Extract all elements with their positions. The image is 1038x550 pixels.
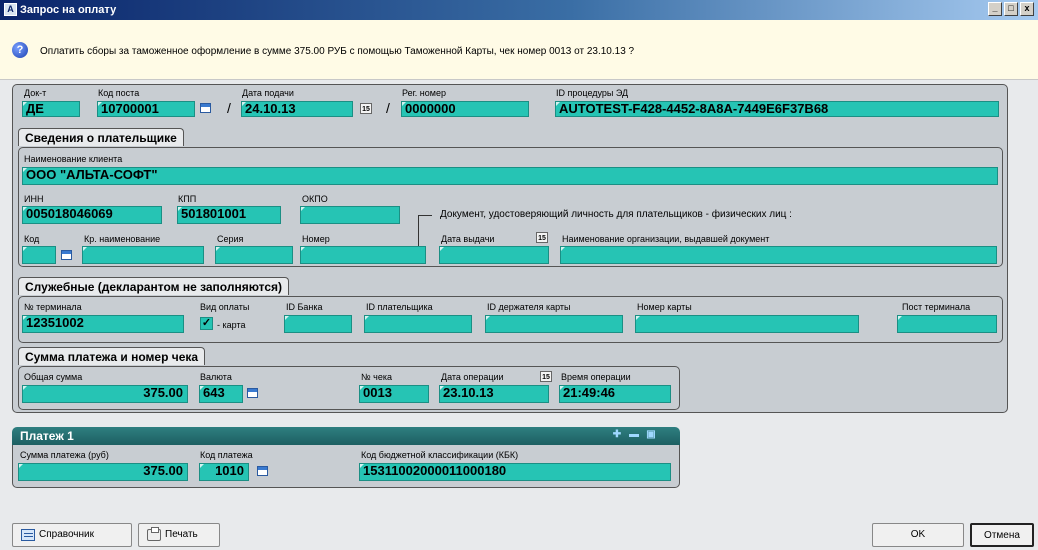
currency-label: Валюта — [200, 372, 232, 382]
ok-button[interactable]: OK — [872, 523, 964, 547]
maximize-button[interactable]: □ — [1004, 2, 1018, 16]
card-number-field[interactable] — [635, 315, 859, 333]
window-titlebar[interactable]: A Запрос на оплату _ □ x — [0, 0, 1038, 20]
op-time-label: Время операции — [561, 372, 631, 382]
code-field[interactable] — [22, 246, 56, 264]
window-controls: _ □ x — [988, 2, 1034, 16]
calendar-icon[interactable]: 15 — [540, 371, 552, 382]
window-title: Запрос на оплату — [20, 4, 117, 16]
terminal-label: № терминала — [24, 302, 82, 312]
print-button[interactable]: Печать — [138, 523, 220, 547]
submit-date-field[interactable]: 24.10.13 — [241, 101, 353, 117]
reg-number-label: Рег. номер — [402, 88, 446, 98]
terminal-field[interactable]: 12351002 — [22, 315, 184, 333]
slash-separator: / — [227, 100, 231, 116]
short-name-label: Кр. наименование — [84, 234, 161, 244]
kbk-label: Код бюджетной классификации (КБК) — [361, 450, 519, 460]
post-code-field[interactable]: 10700001 — [97, 101, 195, 117]
cancel-button[interactable]: Отмена — [970, 523, 1034, 547]
reference-button-label: Справочник — [39, 529, 94, 540]
remove-icon[interactable]: ▬ — [629, 430, 639, 440]
print-button-label: Печать — [165, 529, 198, 540]
calendar-icon[interactable]: 15 — [360, 103, 372, 114]
code-label: Код — [24, 234, 40, 244]
card-holder-label: ID держателя карты — [487, 302, 571, 312]
payment-header: Платеж 1 ✚ ▬ ▣ — [12, 427, 680, 445]
minimize-button[interactable]: _ — [988, 2, 1002, 16]
sum-group-title: Сумма платежа и номер чека — [18, 347, 206, 365]
add-icon[interactable]: ✚ — [612, 430, 622, 440]
calendar-icon[interactable]: 15 — [536, 232, 548, 243]
question-text: Оплатить сборы за таможенное оформление … — [40, 46, 635, 57]
payer-id-field[interactable] — [364, 315, 472, 333]
terminal-post-field[interactable] — [897, 315, 997, 333]
kpp-label: КПП — [178, 194, 197, 204]
post-code-label: Код поста — [98, 88, 140, 98]
pay-type-label: Вид оплаты — [200, 302, 250, 312]
number-field[interactable] — [300, 246, 426, 264]
card-holder-field[interactable] — [485, 315, 623, 333]
client-name-field[interactable]: ООО "АЛЬТА-СОФТ" — [22, 167, 998, 185]
issue-date-label: Дата выдачи — [441, 234, 495, 244]
total-field[interactable]: 375.00 — [22, 385, 188, 403]
payer-group-title: Сведения о плательщике — [18, 128, 184, 146]
question-bar: ? Оплатить сборы за таможенное оформлени… — [0, 20, 1038, 80]
okpo-field[interactable] — [300, 206, 400, 224]
slash-separator: / — [386, 100, 390, 116]
payment-amount-label: Сумма платежа (руб) — [20, 450, 109, 460]
lookup-icon[interactable] — [257, 466, 268, 476]
inn-field[interactable]: 005018046069 — [22, 206, 162, 224]
currency-field[interactable]: 643 — [199, 385, 243, 403]
kbk-field[interactable]: 15311002000011000180 — [359, 463, 671, 481]
okpo-label: ОКПО — [302, 194, 328, 204]
issue-date-field[interactable] — [439, 246, 549, 264]
check-field[interactable]: 0013 — [359, 385, 429, 403]
number-label: Номер — [302, 234, 330, 244]
payment-code-label: Код платежа — [200, 450, 253, 460]
client-name-label: Наименование клиента — [24, 154, 123, 164]
payment-code-field[interactable]: 1010 — [199, 463, 249, 481]
short-name-field[interactable] — [82, 246, 204, 264]
service-group-title: Служебные (декларантом не заполняются) — [18, 277, 290, 295]
check-label: № чека — [361, 372, 392, 382]
total-label: Общая сумма — [24, 372, 83, 382]
pay-type-text: - карта — [217, 320, 246, 330]
series-label: Серия — [217, 234, 244, 244]
procedure-id-label: ID процедуры ЭД — [556, 88, 629, 98]
lookup-icon[interactable] — [247, 388, 258, 398]
lookup-icon[interactable] — [61, 250, 72, 260]
lookup-icon[interactable] — [200, 103, 211, 113]
payer-id-label: ID плательщика — [366, 302, 433, 312]
kpp-field[interactable]: 501801001 — [177, 206, 281, 224]
payment-amount-field[interactable]: 375.00 — [18, 463, 188, 481]
payment-tools: ✚ ▬ ▣ — [612, 430, 656, 440]
terminal-post-label: Пост терминала — [902, 302, 971, 312]
question-icon: ? — [12, 42, 28, 58]
reference-button[interactable]: Справочник — [12, 523, 132, 547]
op-date-field[interactable]: 23.10.13 — [439, 385, 549, 403]
expand-icon[interactable]: ▣ — [646, 430, 656, 440]
app-icon: A — [4, 3, 17, 16]
op-time-field[interactable]: 21:49:46 — [559, 385, 671, 403]
pay-type-checkbox[interactable]: ✓ — [200, 317, 213, 330]
payment-title: Платеж 1 — [20, 429, 74, 443]
op-date-label: Дата операции — [441, 372, 504, 382]
bank-id-label: ID Банка — [286, 302, 323, 312]
doc-type-label: Док-т — [24, 88, 47, 98]
card-number-label: Номер карты — [637, 302, 692, 312]
bank-id-field[interactable] — [284, 315, 352, 333]
printer-icon — [147, 527, 161, 541]
reg-number-field[interactable]: 0000000 — [401, 101, 529, 117]
close-button[interactable]: x — [1020, 2, 1034, 16]
procedure-id-field[interactable]: AUTOTEST-F428-4452-8A8A-7449E6F37B68 — [555, 101, 999, 117]
reference-book-icon — [21, 529, 35, 541]
series-field[interactable] — [215, 246, 293, 264]
issuer-label: Наименование организации, выдавшей докум… — [562, 234, 770, 244]
identity-doc-caption: Документ, удостоверяющий личность для пл… — [440, 209, 792, 220]
issuer-field[interactable] — [560, 246, 997, 264]
doc-type-field[interactable]: ДЕ — [22, 101, 80, 117]
submit-date-label: Дата подачи — [242, 88, 294, 98]
inn-label: ИНН — [24, 194, 44, 204]
